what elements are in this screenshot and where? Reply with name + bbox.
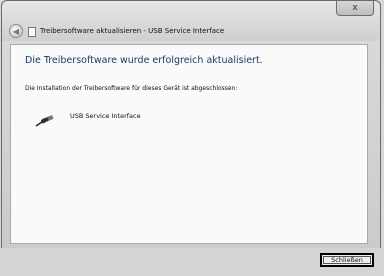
back-button[interactable]: ◀ bbox=[9, 24, 23, 38]
window-title: Treibersoftware aktualisieren - USB Serv… bbox=[40, 27, 225, 35]
driver-wizard-icon bbox=[28, 27, 36, 37]
completion-message: Die Installation der Treibersoftware für… bbox=[25, 85, 238, 92]
title-bar: x ◀ Treibersoftware aktualisieren - USB … bbox=[2, 1, 380, 41]
usb-plug-icon bbox=[35, 115, 54, 127]
window-close-button[interactable]: x bbox=[336, 1, 374, 16]
back-arrow-icon: ◀ bbox=[12, 26, 20, 36]
close-dialog-button[interactable]: Schließen bbox=[320, 253, 374, 267]
device-name: USB Service Interface bbox=[70, 112, 141, 120]
success-heading: Die Treibersoftware wurde erfolgreich ak… bbox=[25, 55, 263, 66]
content-panel bbox=[10, 44, 368, 244]
close-button-label: Schließen bbox=[331, 256, 363, 264]
close-icon: x bbox=[352, 3, 358, 13]
